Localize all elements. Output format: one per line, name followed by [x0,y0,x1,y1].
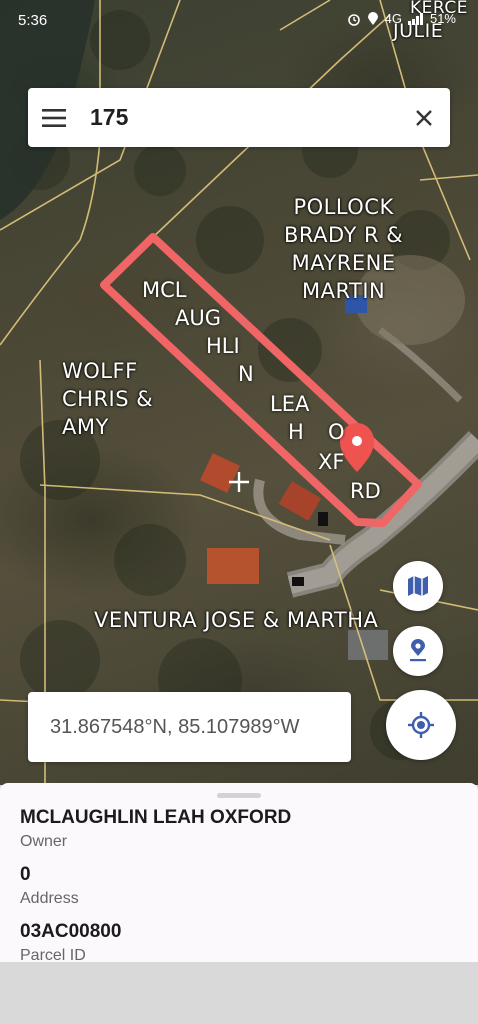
parcel-label-fragment: LEA [270,392,310,416]
signal-icon [407,12,423,25]
my-location-button[interactable] [386,690,456,760]
label-line: CHRIS & [62,387,154,411]
map-layers-button[interactable] [393,561,443,611]
neighbor-label-pollock: POLLOCK BRADY R & MAYRENE MARTIN [284,193,403,305]
status-bar: 5:36 4G 51% [0,0,478,42]
parcel-id-field: 03AC00800 Parcel ID [20,921,121,964]
bottom-overlay [0,962,478,1024]
status-time: 5:36 [18,12,48,29]
map-icon [408,576,428,596]
label-line: BRADY R & [284,223,404,247]
parcel-label-fragment: XF [318,450,345,474]
neighbor-label-ventura: VENTURA JOSE & MARTHA [94,608,379,632]
owner-value: MCLAUGHLIN LEAH OXFORD [20,807,292,828]
parcel-id-value: 03AC00800 [20,921,122,942]
sheet-drag-handle[interactable] [217,793,261,798]
parcel-label-fragment: O [328,420,345,444]
location-pin-icon [410,639,426,662]
owner-field: MCLAUGHLIN LEAH OXFORD Owner [20,807,291,851]
parcel-label-fragment: N [238,362,254,386]
alarm-icon [347,13,360,26]
owner-label: Owner [20,833,68,850]
status-icons: 4G 51% [347,11,456,26]
label-line: MARTIN [301,279,386,303]
label-line: POLLOCK [293,195,394,219]
location-icon [367,11,378,25]
search-input[interactable] [80,97,398,138]
battery-level: 51% [429,11,456,26]
address-value: 0 [20,864,31,885]
address-label: Address [20,890,79,907]
parcel-marker[interactable] [340,423,374,472]
parcel-info-sheet[interactable]: MCLAUGHLIN LEAH OXFORD Owner 0 Address 0… [0,783,478,964]
my-location-icon [408,712,434,738]
label-line: AMY [62,415,109,439]
menu-icon[interactable] [28,88,80,147]
neighbor-label-wolff: WOLFF CHRIS & AMY [62,357,153,441]
address-field: 0 Address [20,864,79,908]
parcel-label-fragment: AUG [175,306,222,330]
parcel-label-fragment: H [288,420,304,444]
coordinates-display[interactable]: 31.867548°N, 85.107989°W [28,692,351,762]
network-type: 4G [384,11,402,26]
close-icon[interactable] [398,88,450,147]
label-line: MAYRENE [291,251,396,275]
parcel-label-fragment: HLI [206,334,240,358]
parcel-label-fragment: MCL [142,278,187,302]
search-bar [28,88,450,147]
drop-pin-button[interactable] [393,626,443,676]
label-line: WOLFF [62,359,138,383]
parcel-label-fragment: RD [350,479,381,503]
